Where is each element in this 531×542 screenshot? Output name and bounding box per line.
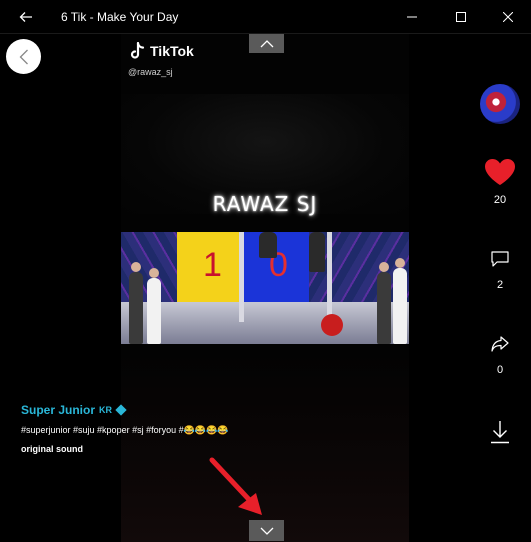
maximize-button[interactable]: [438, 0, 484, 34]
share-button[interactable]: 0: [480, 336, 520, 376]
performer-head: [131, 262, 141, 272]
performer: [147, 278, 161, 344]
like-button[interactable]: 20: [480, 158, 520, 206]
author-name-text: Super Junior: [21, 403, 96, 417]
arrow-left-icon: [19, 12, 32, 22]
back-button[interactable]: [6, 39, 41, 74]
minimize-button[interactable]: [389, 0, 435, 34]
like-count: 20: [493, 194, 507, 206]
tiktok-logo: TikTok: [130, 42, 194, 60]
performer-head: [379, 262, 389, 272]
download-button[interactable]: [480, 420, 520, 444]
performer-red: [321, 314, 343, 336]
download-icon: [491, 421, 509, 444]
author-suffix: KR: [99, 405, 113, 415]
performer: [377, 272, 391, 344]
tiktok-note-icon: [130, 42, 145, 59]
annotation-arrow-icon: [209, 457, 262, 515]
performer: [259, 232, 277, 258]
stage-pole: [327, 232, 332, 322]
share-icon: [491, 336, 509, 352]
performer-head: [395, 258, 405, 268]
video-handle: @rawaz_sj: [128, 67, 173, 77]
chevron-down-icon: [260, 527, 273, 535]
comment-button[interactable]: 2: [480, 251, 520, 291]
video-frame: 1 0: [121, 232, 409, 344]
comment-icon: [491, 251, 509, 267]
minimize-icon: [407, 16, 417, 18]
heart-icon: [485, 159, 515, 185]
chevron-up-icon: [260, 39, 273, 47]
maximize-icon: [456, 12, 466, 22]
performer: [129, 272, 143, 344]
performer: [309, 232, 325, 272]
window-title: 6 Tik - Make Your Day: [61, 10, 179, 24]
author-avatar[interactable]: [480, 84, 520, 124]
performer: [393, 268, 407, 344]
sound-label[interactable]: original sound: [21, 444, 83, 454]
performer-head: [149, 268, 159, 278]
score-left: 1: [203, 246, 222, 284]
tiktok-brand-text: TikTok: [150, 43, 194, 59]
close-icon: [503, 12, 513, 22]
stage-floor: [121, 302, 409, 344]
author-name[interactable]: Super Junior KR: [21, 403, 127, 417]
window-back-button[interactable]: [8, 0, 44, 34]
post-description: #superjunior #suju #kpoper #sj #foryou #…: [21, 425, 229, 435]
video-caption-overlay: RAWAZ SJ: [212, 192, 318, 216]
next-video-button[interactable]: [249, 520, 284, 541]
comment-count: 2: [496, 279, 504, 291]
diamond-icon: [115, 404, 127, 416]
chevron-left-icon: [19, 49, 28, 64]
stage-pole: [239, 232, 244, 322]
close-button[interactable]: [485, 0, 531, 34]
previous-video-button[interactable]: [249, 34, 284, 53]
share-count: 0: [496, 364, 504, 376]
title-bar: 6 Tik - Make Your Day: [0, 0, 531, 34]
